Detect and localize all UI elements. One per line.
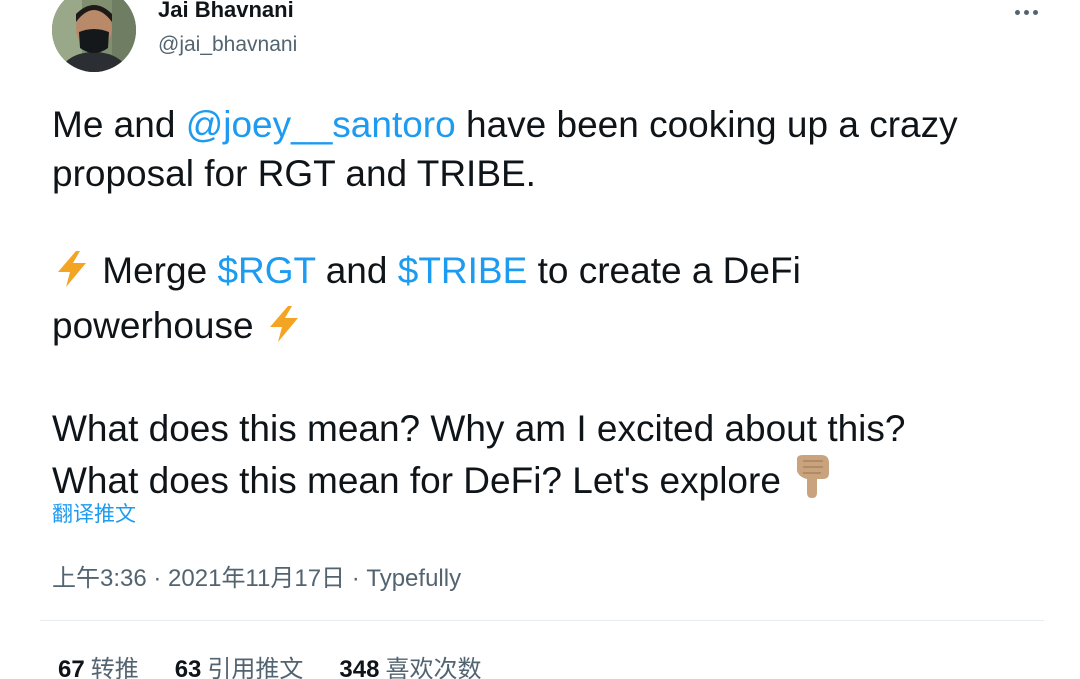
tweet-date[interactable]: 2021年11月17日 [168, 565, 345, 592]
author-name[interactable]: Jai Bhavnani [158, 0, 294, 23]
cashtag-rgt-link[interactable]: $RGT [217, 250, 315, 291]
retweets-stat[interactable]: 67 转推 [58, 649, 139, 679]
tweet-line: Merge $RGT and $TRIBE to create a DeFi [52, 246, 1052, 301]
separator: · [146, 565, 169, 592]
text-segment: and [315, 250, 398, 291]
text-segment: Merge [92, 250, 218, 291]
translate-tweet-link[interactable]: 翻译推文 [52, 498, 136, 528]
tweet-source[interactable]: Typefully [366, 565, 461, 592]
lightning-icon [52, 249, 92, 301]
separator: · [345, 565, 367, 592]
avatar[interactable] [52, 0, 136, 72]
likes-count: 348 [339, 656, 380, 679]
likes-stat[interactable]: 348 喜欢次数 [339, 649, 481, 679]
divider [40, 620, 1044, 621]
quotes-stat[interactable]: 63 引用推文 [175, 649, 304, 679]
tweet-time[interactable]: 上午3:36 [52, 565, 147, 592]
likes-label: 喜欢次数 [385, 656, 482, 679]
tweet-line: What does this mean? Why am I excited ab… [52, 408, 906, 449]
text-segment: Me and [52, 104, 186, 145]
tweet-text: Me and @joey__santoro have been cooking … [52, 100, 1052, 511]
pointing-down-icon [791, 453, 833, 511]
tweet-meta: 上午3:36 · 2021年11月17日 · Typefully [52, 558, 461, 593]
text-segment: to create a DeFi [527, 250, 801, 291]
quotes-count: 63 [174, 656, 202, 679]
mention-link[interactable]: @joey__santoro [186, 104, 456, 145]
text-segment: have been cooking up a crazy [455, 104, 958, 145]
text-segment: What does this mean for DeFi? Let's expl… [52, 460, 792, 501]
tweet-line: What does this mean for DeFi? Let's expl… [52, 453, 1052, 511]
text-segment: powerhouse [52, 305, 264, 346]
retweets-label: 转推 [90, 656, 139, 679]
cashtag-tribe-link[interactable]: $TRIBE [398, 250, 528, 291]
tweet-stats: 67 转推 63 引用推文 348 喜欢次数 [58, 649, 481, 679]
retweets-count: 67 [58, 656, 85, 679]
lightning-icon [264, 304, 304, 356]
author-handle[interactable]: @jai_bhavnani [158, 33, 297, 57]
quotes-label: 引用推文 [207, 656, 304, 679]
tweet-line: proposal for RGT and TRIBE. [52, 153, 536, 194]
more-icon[interactable] [1006, 0, 1046, 24]
tweet-line: Me and @joey__santoro have been cooking … [52, 100, 1052, 149]
tweet-line: powerhouse [52, 301, 1052, 356]
tweet: Jai Bhavnani @jai_bhavnani Me and @joey_… [0, 0, 1080, 679]
